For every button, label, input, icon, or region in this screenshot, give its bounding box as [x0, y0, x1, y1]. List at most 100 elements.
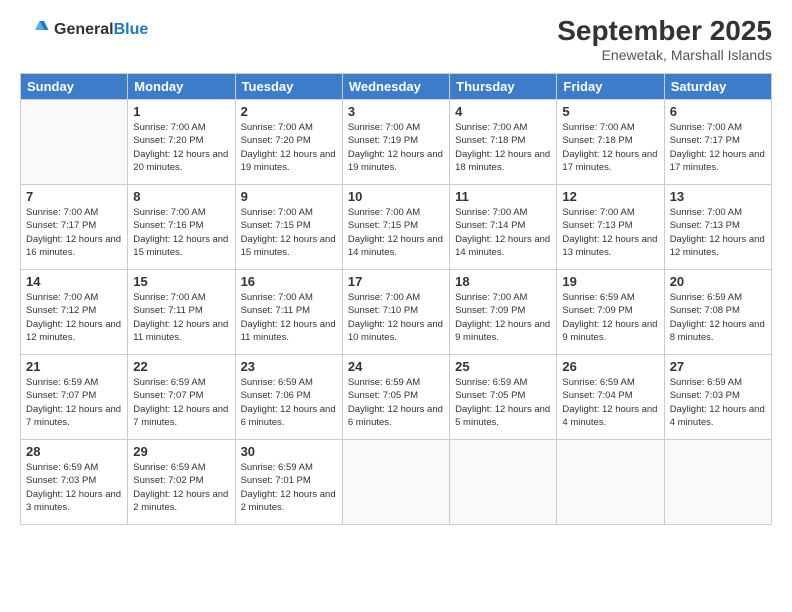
day-number: 10: [348, 189, 444, 204]
calendar-cell: 5Sunrise: 7:00 AMSunset: 7:18 PMDaylight…: [557, 100, 664, 185]
col-thursday: Thursday: [450, 74, 557, 100]
col-tuesday: Tuesday: [235, 74, 342, 100]
title-block: September 2025 Enewetak, Marshall Island…: [557, 15, 772, 63]
calendar-cell: 23Sunrise: 6:59 AMSunset: 7:06 PMDayligh…: [235, 355, 342, 440]
day-number: 21: [26, 359, 122, 374]
day-number: 29: [133, 444, 229, 459]
day-number: 26: [562, 359, 658, 374]
day-info: Sunrise: 7:00 AMSunset: 7:18 PMDaylight:…: [455, 121, 551, 174]
day-info: Sunrise: 7:00 AMSunset: 7:13 PMDaylight:…: [670, 206, 766, 259]
page: GeneralBlue September 2025 Enewetak, Mar…: [0, 0, 792, 612]
day-info: Sunrise: 6:59 AMSunset: 7:05 PMDaylight:…: [348, 376, 444, 429]
location: Enewetak, Marshall Islands: [557, 47, 772, 63]
calendar-cell: 16 Sunrise: 7:00 AMSunset: 7:11 PMDayligh…: [235, 270, 342, 355]
calendar-cell: 22Sunrise: 6:59 AMSunset: 7:07 PMDayligh…: [128, 355, 235, 440]
calendar-week-5: 28 Sunrise: 6:59 AMSunset: 7:03 PMDayligh…: [21, 440, 772, 525]
day-info: Sunrise: 7:00 AMSunset: 7:17 PMDaylight:…: [670, 121, 766, 174]
calendar-cell: 10Sunrise: 7:00 AMSunset: 7:15 PMDayligh…: [342, 185, 449, 270]
calendar-cell: 8Sunrise: 7:00 AMSunset: 7:16 PMDaylight…: [128, 185, 235, 270]
day-info: Sunrise: 7:00 AMSunset: 7:20 PMDaylight:…: [133, 121, 229, 174]
calendar-cell: 28 Sunrise: 6:59 AMSunset: 7:03 PMDayligh…: [21, 440, 128, 525]
calendar-cell: 4 Sunrise: 7:00 AMSunset: 7:18 PMDaylight…: [450, 100, 557, 185]
calendar-week-4: 21 Sunrise: 6:59 AMSunset: 7:07 PMDayligh…: [21, 355, 772, 440]
calendar-cell: 29 Sunrise: 6:59 AMSunset: 7:02 PMDayligh…: [128, 440, 235, 525]
day-number: 25: [455, 359, 551, 374]
day-number: 27: [670, 359, 766, 374]
col-wednesday: Wednesday: [342, 74, 449, 100]
day-number: 5: [562, 104, 658, 119]
calendar-table: Sunday Monday Tuesday Wednesday Thursday…: [20, 73, 772, 525]
calendar-cell: [664, 440, 771, 525]
logo-icon: [20, 15, 50, 45]
day-number: 11: [455, 189, 551, 204]
day-info: Sunrise: 7:00 AMSunset: 7:10 PMDaylight:…: [348, 291, 444, 344]
day-info: Sunrise: 7:00 AMSunset: 7:12 PMDaylight:…: [26, 291, 122, 344]
day-number: 13: [670, 189, 766, 204]
day-info: Sunrise: 7:00 AMSunset: 7:09 PMDaylight:…: [455, 291, 551, 344]
day-info: Sunrise: 6:59 AMSunset: 7:05 PMDaylight:…: [455, 376, 551, 429]
day-number: 17: [348, 274, 444, 289]
day-info: Sunrise: 6:59 AMSunset: 7:07 PMDaylight:…: [26, 376, 122, 429]
day-info: Sunrise: 6:59 AMSunset: 7:08 PMDaylight:…: [670, 291, 766, 344]
day-number: 24: [348, 359, 444, 374]
day-info: Sunrise: 7:00 AMSunset: 7:15 PMDaylight:…: [241, 206, 337, 259]
day-number: 18: [455, 274, 551, 289]
day-info: Sunrise: 7:00 AMSunset: 7:19 PMDaylight:…: [348, 121, 444, 174]
calendar-cell: [21, 100, 128, 185]
calendar-cell: 20Sunrise: 6:59 AMSunset: 7:08 PMDayligh…: [664, 270, 771, 355]
day-number: 19: [562, 274, 658, 289]
day-number: 30: [241, 444, 337, 459]
day-info: Sunrise: 7:00 AMSunset: 7:20 PMDaylight:…: [241, 121, 337, 174]
calendar-cell: 7Sunrise: 7:00 AMSunset: 7:17 PMDaylight…: [21, 185, 128, 270]
day-number: 3: [348, 104, 444, 119]
calendar-cell: 3 Sunrise: 7:00 AMSunset: 7:19 PMDaylight…: [342, 100, 449, 185]
calendar-cell: 11 Sunrise: 7:00 AMSunset: 7:14 PMDayligh…: [450, 185, 557, 270]
calendar-cell: [342, 440, 449, 525]
calendar-cell: 24 Sunrise: 6:59 AMSunset: 7:05 PMDayligh…: [342, 355, 449, 440]
day-info: Sunrise: 7:00 AMSunset: 7:17 PMDaylight:…: [26, 206, 122, 259]
day-info: Sunrise: 6:59 AMSunset: 7:03 PMDaylight:…: [26, 461, 122, 514]
day-number: 22: [133, 359, 229, 374]
month-title: September 2025: [557, 15, 772, 47]
calendar-cell: 9Sunrise: 7:00 AMSunset: 7:15 PMDaylight…: [235, 185, 342, 270]
logo: GeneralBlue: [20, 15, 148, 45]
day-number: 8: [133, 189, 229, 204]
day-info: Sunrise: 7:00 AMSunset: 7:11 PMDaylight:…: [241, 291, 337, 344]
calendar-cell: 18 Sunrise: 7:00 AMSunset: 7:09 PMDayligh…: [450, 270, 557, 355]
col-monday: Monday: [128, 74, 235, 100]
calendar-header: Sunday Monday Tuesday Wednesday Thursday…: [21, 74, 772, 100]
day-number: 28: [26, 444, 122, 459]
calendar-cell: 27Sunrise: 6:59 AMSunset: 7:03 PMDayligh…: [664, 355, 771, 440]
calendar-cell: 26 Sunrise: 6:59 AMSunset: 7:04 PMDayligh…: [557, 355, 664, 440]
day-number: 16: [241, 274, 337, 289]
calendar-cell: 6 Sunrise: 7:00 AMSunset: 7:17 PMDaylight…: [664, 100, 771, 185]
day-info: Sunrise: 6:59 AMSunset: 7:09 PMDaylight:…: [562, 291, 658, 344]
day-info: Sunrise: 6:59 AMSunset: 7:06 PMDaylight:…: [241, 376, 337, 429]
col-sunday: Sunday: [21, 74, 128, 100]
calendar-week-2: 7Sunrise: 7:00 AMSunset: 7:17 PMDaylight…: [21, 185, 772, 270]
day-info: Sunrise: 6:59 AMSunset: 7:01 PMDaylight:…: [241, 461, 337, 514]
calendar-body: 1Sunrise: 7:00 AMSunset: 7:20 PMDaylight…: [21, 100, 772, 525]
day-info: Sunrise: 6:59 AMSunset: 7:02 PMDaylight:…: [133, 461, 229, 514]
calendar-week-3: 14Sunrise: 7:00 AMSunset: 7:12 PMDayligh…: [21, 270, 772, 355]
day-number: 2: [241, 104, 337, 119]
logo-blue: Blue: [114, 21, 149, 38]
calendar-cell: 30 Sunrise: 6:59 AMSunset: 7:01 PMDayligh…: [235, 440, 342, 525]
day-number: 4: [455, 104, 551, 119]
day-info: Sunrise: 7:00 AMSunset: 7:13 PMDaylight:…: [562, 206, 658, 259]
logo-general: General: [54, 21, 114, 38]
calendar-cell: 14Sunrise: 7:00 AMSunset: 7:12 PMDayligh…: [21, 270, 128, 355]
calendar-cell: 19 Sunrise: 6:59 AMSunset: 7:09 PMDayligh…: [557, 270, 664, 355]
calendar-cell: [557, 440, 664, 525]
col-friday: Friday: [557, 74, 664, 100]
calendar-cell: 25 Sunrise: 6:59 AMSunset: 7:05 PMDayligh…: [450, 355, 557, 440]
day-number: 6: [670, 104, 766, 119]
header-row: Sunday Monday Tuesday Wednesday Thursday…: [21, 74, 772, 100]
calendar-cell: [450, 440, 557, 525]
calendar-cell: 2 Sunrise: 7:00 AMSunset: 7:20 PMDaylight…: [235, 100, 342, 185]
calendar-cell: 15 Sunrise: 7:00 AMSunset: 7:11 PMDayligh…: [128, 270, 235, 355]
day-info: Sunrise: 7:00 AMSunset: 7:14 PMDaylight:…: [455, 206, 551, 259]
day-info: Sunrise: 6:59 AMSunset: 7:04 PMDaylight:…: [562, 376, 658, 429]
day-number: 15: [133, 274, 229, 289]
day-info: Sunrise: 7:00 AMSunset: 7:11 PMDaylight:…: [133, 291, 229, 344]
